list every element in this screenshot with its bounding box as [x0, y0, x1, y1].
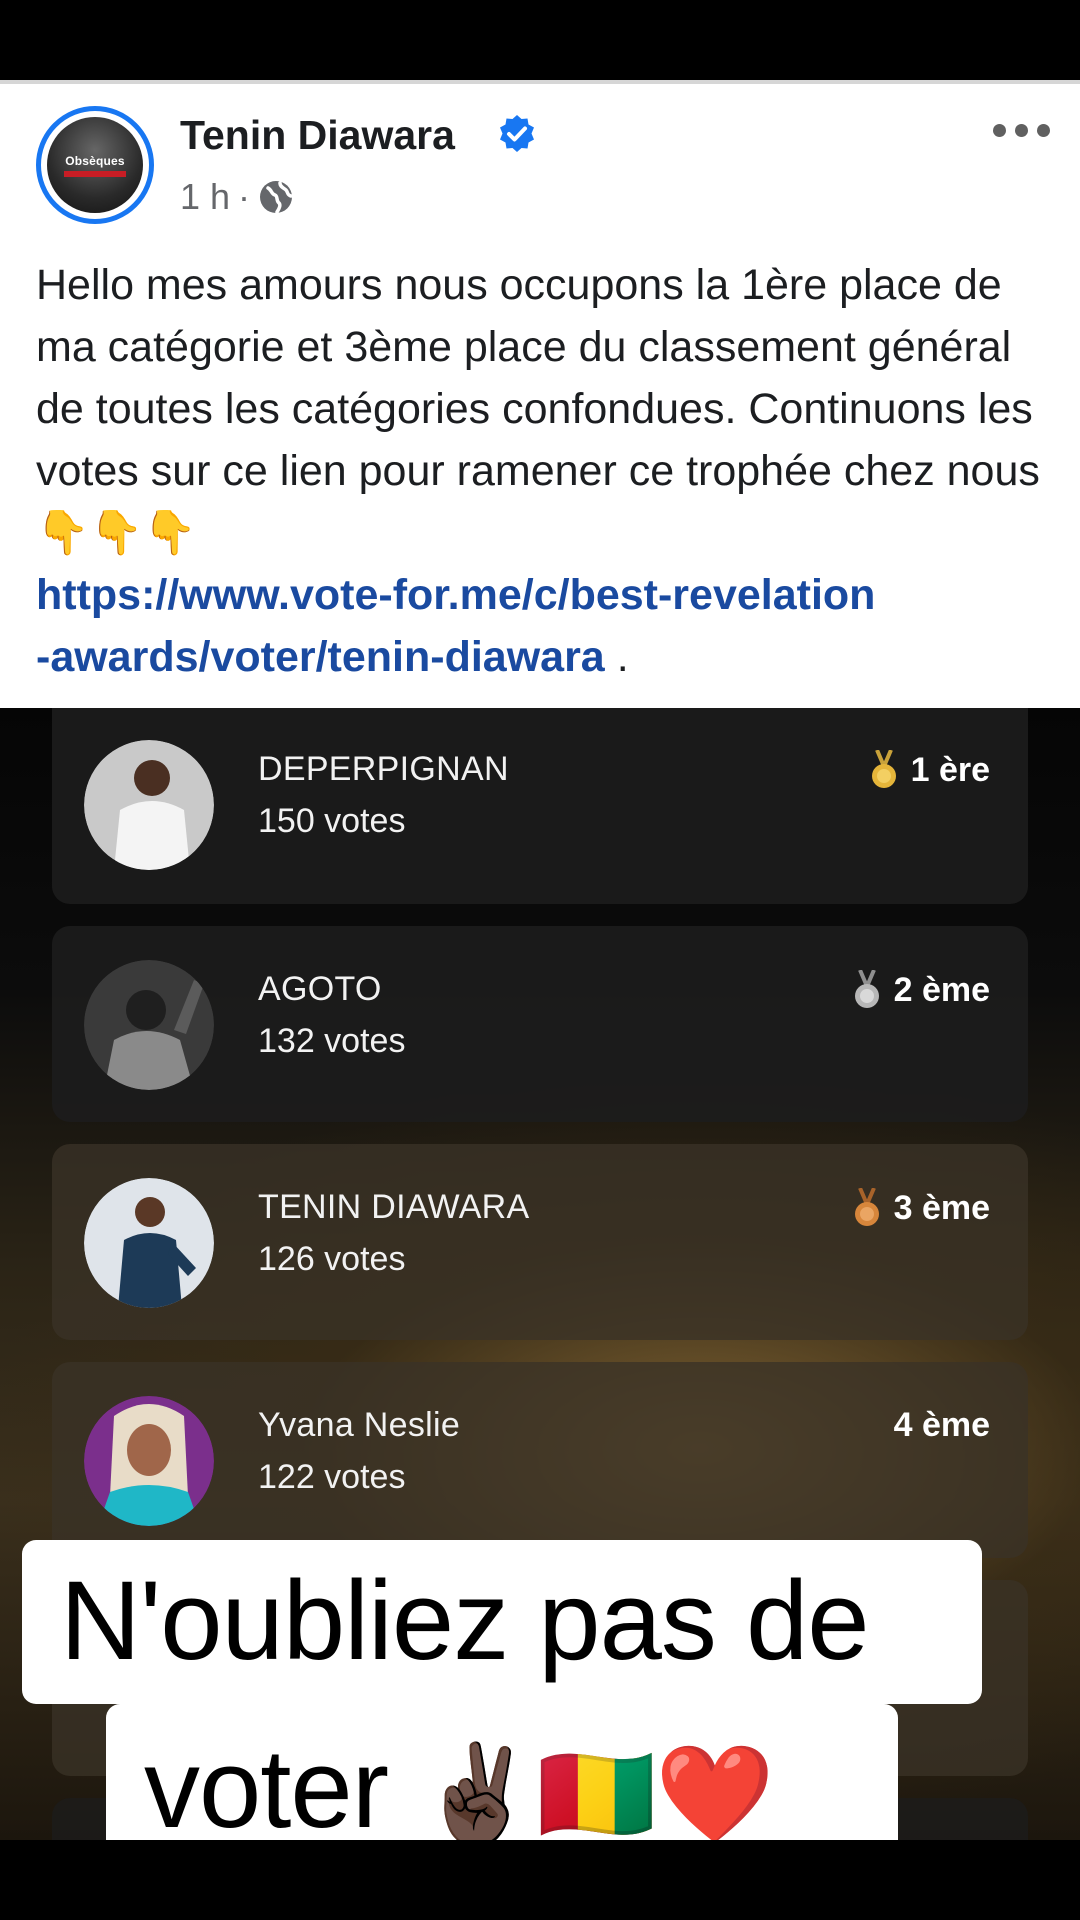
more-dot-icon	[1015, 124, 1028, 137]
rank-label: 2 ème	[893, 970, 990, 1009]
pointing-down-emojis: 👇👇👇	[36, 509, 197, 557]
rank-label: 1 ère	[910, 750, 990, 789]
caption-text: voter	[144, 1726, 389, 1851]
verified-badge-icon	[500, 115, 534, 152]
bottom-black-bar	[0, 1840, 1080, 1920]
vote-link[interactable]: https://www.vote-for.me/c/best-revelatio…	[36, 571, 875, 681]
contestant-rank: 2 ème	[852, 970, 990, 1010]
avatar-red-bar	[64, 170, 126, 177]
link-period: .	[616, 633, 629, 681]
post-body-text: Hello mes amours nous occupons la 1ère p…	[36, 261, 1040, 495]
contestant-name: Yvana Neslie	[258, 1406, 461, 1444]
bronze-medal-icon	[854, 1188, 879, 1226]
author-name[interactable]: Tenin Diawara	[180, 112, 455, 159]
contestant-votes: 122 votes	[258, 1458, 406, 1496]
contestant-rank: 3 ème	[852, 1188, 990, 1228]
ranking-card[interactable]: AGOTO 132 votes 2 ème	[52, 926, 1028, 1122]
more-dot-icon	[1037, 124, 1050, 137]
caption-line1: N'oubliez pas de	[60, 1558, 870, 1683]
more-dot-icon	[993, 124, 1006, 137]
contestant-avatar	[84, 1178, 214, 1308]
avatar-image: Obsèques	[47, 117, 143, 213]
silver-medal-icon	[854, 970, 879, 1008]
caption-emojis: ✌🏿🇬🇳❤️	[418, 1741, 775, 1848]
contestant-avatar	[84, 740, 214, 870]
gold-medal-icon	[871, 750, 896, 788]
more-options-button[interactable]	[993, 124, 1050, 137]
ranking-card[interactable]: TENIN DIAWARA 126 votes 3 ème	[52, 1144, 1028, 1340]
avatar-label: Obsèques	[65, 153, 125, 168]
ranking-card[interactable]: DEPERPIGNAN 150 votes 1 ère	[52, 708, 1028, 904]
caption-line2: voter ✌🏿🇬🇳❤️	[144, 1724, 775, 1853]
post-meta: 1 h ·	[180, 176, 294, 218]
contestant-votes: 150 votes	[258, 802, 406, 840]
post-body: Hello mes amours nous occupons la 1ère p…	[36, 254, 1056, 688]
contestant-name: TENIN DIAWARA	[258, 1188, 530, 1226]
contestant-votes: 132 votes	[258, 1022, 406, 1060]
rank-label: 4 ème	[893, 1406, 990, 1444]
contestant-avatar	[84, 960, 214, 1090]
post-time[interactable]: 1 h	[180, 176, 230, 218]
contestant-avatar	[84, 1396, 214, 1526]
globe-icon	[260, 181, 293, 214]
contestant-rank: 4 ème	[894, 1406, 990, 1445]
facebook-post: Obsèques Tenin Diawara 1 h · Hello mes a…	[0, 80, 1080, 708]
vote-link-line2: -awards/voter/tenin-diawara	[36, 633, 605, 681]
vote-link-line1: https://www.vote-for.me/c/best-revelatio…	[36, 571, 876, 619]
contestant-votes: 126 votes	[258, 1240, 406, 1278]
contestant-name: DEPERPIGNAN	[258, 750, 509, 788]
rank-label: 3 ème	[893, 1188, 990, 1227]
contestant-rank: 1 ère	[869, 750, 990, 790]
top-black-bar	[0, 0, 1080, 78]
ranking-card[interactable]: Yvana Neslie 122 votes 4 ème	[52, 1362, 1028, 1558]
author-avatar[interactable]: Obsèques	[36, 106, 154, 224]
contestant-name: AGOTO	[258, 970, 382, 1008]
meta-separator: ·	[238, 176, 251, 217]
